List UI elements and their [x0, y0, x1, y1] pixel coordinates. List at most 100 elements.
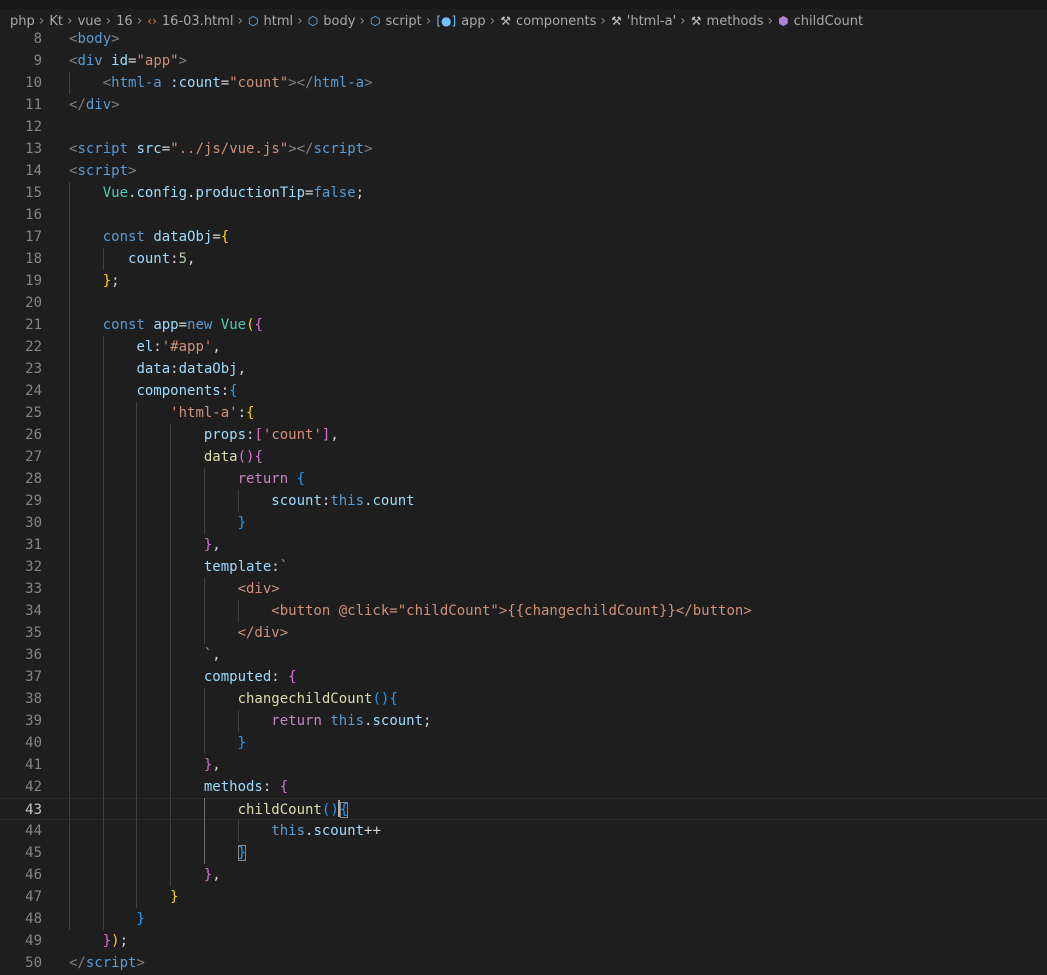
code-text: `,	[69, 647, 221, 663]
method-cube-icon: ⬢	[778, 14, 789, 28]
breadcrumb-label: components	[516, 13, 597, 29]
breadcrumb-item[interactable]: ⬡ body	[308, 14, 356, 29]
code-line[interactable]: 14 <script>	[0, 160, 1047, 182]
breadcrumb-item[interactable]: ⬢ childCount	[778, 14, 863, 29]
code-line[interactable]: 31 },	[0, 534, 1047, 556]
code-line[interactable]: 29 scount:this.count	[0, 490, 1047, 512]
breadcrumb-label: childCount	[793, 13, 864, 29]
line-number: 41	[25, 757, 42, 773]
code-line[interactable]: 23 data:dataObj,	[0, 358, 1047, 380]
breadcrumb-item[interactable]: php	[10, 14, 35, 29]
line-number: 8	[33, 31, 42, 47]
code-line[interactable]: 16	[0, 204, 1047, 226]
indent-guide	[204, 578, 205, 644]
code-line[interactable]: 22 el:'#app',	[0, 336, 1047, 358]
indent-guide	[136, 402, 137, 908]
code-text: return {	[237, 471, 306, 487]
code-line[interactable]: 11 </div>	[0, 94, 1047, 116]
code-line[interactable]: 36 `,	[0, 644, 1047, 666]
code-text: </div>	[69, 97, 120, 113]
code-line[interactable]: 34 <button @click="childCount">{{changec…	[0, 600, 1047, 622]
code-line[interactable]: 37 computed: {	[0, 666, 1047, 688]
breadcrumb-label: html	[263, 13, 294, 29]
chevron-right-icon: ›	[425, 13, 432, 29]
code-line[interactable]: 40 }	[0, 732, 1047, 754]
line-number: 36	[25, 647, 42, 663]
code-line[interactable]: 28 return {	[0, 468, 1047, 490]
code-line[interactable]: 13 <script src="../js/vue.js"></script>	[0, 138, 1047, 160]
code-line[interactable]: 19 };	[0, 270, 1047, 292]
breadcrumb-item[interactable]: ⬡ script	[370, 14, 422, 29]
line-number: 18	[25, 251, 42, 267]
breadcrumb-item[interactable]: ⚒ components	[500, 14, 596, 29]
code-line[interactable]: 21 const app=new Vue({	[0, 314, 1047, 336]
property-wrench-icon: ⚒	[690, 14, 702, 28]
breadcrumb-item[interactable]: [●] app	[436, 14, 485, 29]
line-number: 38	[25, 691, 42, 707]
code-line[interactable]: 26 props:['count'],	[0, 424, 1047, 446]
code-line[interactable]: 45 }	[0, 842, 1047, 864]
code-text: <script>	[69, 163, 137, 179]
breadcrumb-item[interactable]: ‹› 16-03.html	[147, 14, 233, 29]
line-number: 16	[25, 207, 42, 223]
code-text: <script src="../js/vue.js"></script>	[69, 141, 373, 157]
code-text: props:['count'],	[203, 427, 339, 443]
breadcrumb-item[interactable]: ⬡ html	[248, 14, 293, 29]
line-number: 40	[25, 735, 42, 751]
code-line[interactable]: 10 <html-a :count="count"></html-a>	[0, 72, 1047, 94]
breadcrumb-item[interactable]: Kt	[49, 14, 63, 29]
breadcrumb-item[interactable]: ⚒ methods	[691, 14, 764, 29]
code-text: },	[203, 867, 221, 883]
breadcrumb-label: vue	[77, 13, 102, 29]
chevron-right-icon: ›	[66, 13, 73, 29]
code-text: methods: {	[203, 779, 289, 795]
line-number: 11	[25, 97, 42, 113]
code-line[interactable]: 17 const dataObj={	[0, 226, 1047, 248]
code-line[interactable]: 8 <body>	[0, 28, 1047, 50]
element-tag-icon: ⬡	[307, 14, 319, 28]
code-line[interactable]: 50 </script>	[0, 952, 1047, 974]
code-line[interactable]: 46 },	[0, 864, 1047, 886]
code-text: },	[203, 757, 221, 773]
code-line[interactable]: 24 components:{	[0, 380, 1047, 402]
code-line[interactable]: 41 },	[0, 754, 1047, 776]
code-line[interactable]: 25 'html-a':{	[0, 402, 1047, 424]
breadcrumb-label: methods	[706, 13, 764, 29]
code-line[interactable]: 15 Vue.config.productionTip=false;	[0, 182, 1047, 204]
line-number: 26	[25, 427, 42, 443]
code-line[interactable]: 18 count:5,	[0, 248, 1047, 270]
line-number: 21	[25, 317, 42, 333]
code-line[interactable]: 38 changechildCount(){	[0, 688, 1047, 710]
code-line[interactable]: 39 return this.scount;	[0, 710, 1047, 732]
breadcrumb-item[interactable]: vue	[78, 14, 102, 29]
line-number: 34	[25, 603, 42, 619]
line-number: 19	[25, 273, 42, 289]
code-line[interactable]: 35 </div>	[0, 622, 1047, 644]
code-text: <div id="app">	[69, 53, 188, 69]
code-line[interactable]: 32 template:`	[0, 556, 1047, 578]
code-line[interactable]: 44 this.scount++	[0, 820, 1047, 842]
code-editor[interactable]: 8 <body> 9 <div id="app"> 10 <html-a :count=…	[0, 28, 1047, 975]
code-line[interactable]: 42 methods: {	[0, 776, 1047, 798]
code-text: }	[170, 889, 179, 905]
code-text: count:5,	[128, 251, 196, 267]
property-wrench-icon: ⚒	[500, 14, 512, 28]
code-line[interactable]: 27 data(){	[0, 446, 1047, 468]
breadcrumb-item[interactable]: 16	[116, 14, 133, 29]
code-line[interactable]: 43 childCount(){	[0, 798, 1047, 820]
code-line[interactable]: 48 }	[0, 908, 1047, 930]
code-line[interactable]: 47 }	[0, 886, 1047, 908]
code-line[interactable]: 9 <div id="app">	[0, 50, 1047, 72]
code-line[interactable]: 30 }	[0, 512, 1047, 534]
code-line[interactable]: 49 });	[0, 930, 1047, 952]
window-top-edge	[0, 0, 1047, 9]
code-line[interactable]: 12	[0, 116, 1047, 138]
line-number: 25	[25, 405, 42, 421]
indent-guide	[238, 490, 239, 512]
code-line[interactable]: 33 <div>	[0, 578, 1047, 600]
line-number: 47	[25, 889, 42, 905]
breadcrumb-item[interactable]: ⚒ 'html-a'	[611, 14, 676, 29]
line-number: 15	[25, 185, 42, 201]
line-number: 32	[25, 559, 42, 575]
code-line[interactable]: 20	[0, 292, 1047, 314]
